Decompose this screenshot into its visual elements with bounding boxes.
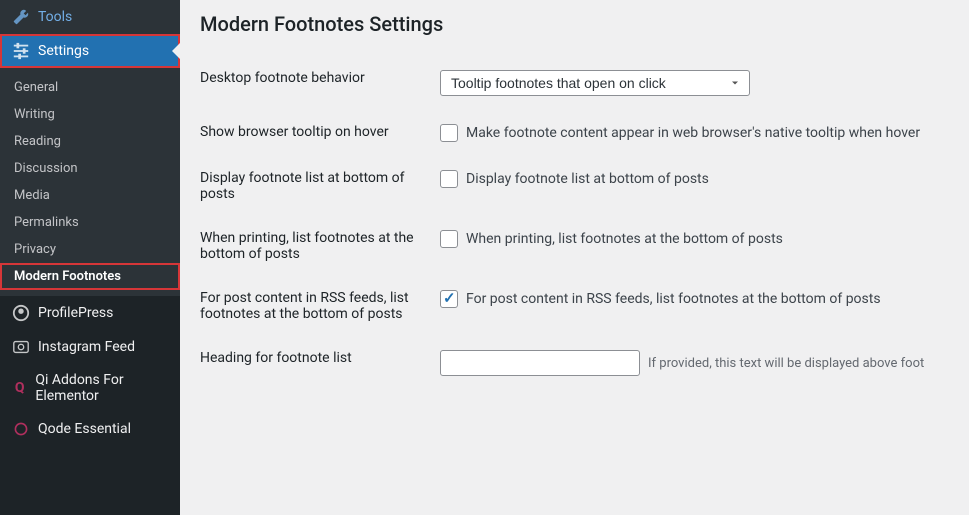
- submenu-item-modern-footnotes[interactable]: Modern Footnotes: [0, 263, 180, 290]
- sidebar-item-tools[interactable]: Tools: [0, 0, 180, 34]
- label-printing: When printing, list footnotes at the bot…: [200, 230, 440, 262]
- row-printing: When printing, list footnotes at the bot…: [200, 216, 949, 276]
- checkbox-display-list[interactable]: [440, 170, 458, 188]
- row-heading: Heading for footnote list If provided, t…: [200, 336, 949, 390]
- wrench-icon: [12, 8, 30, 26]
- checkbox-printing[interactable]: [440, 230, 458, 248]
- sliders-icon: [12, 42, 30, 60]
- camera-icon: [12, 338, 30, 356]
- sidebar-item-qi-addons[interactable]: Q Qi Addons For Elementor: [0, 364, 180, 412]
- main-content: Modern Footnotes Settings Desktop footno…: [180, 0, 969, 515]
- sidebar-item-instagram-feed[interactable]: Instagram Feed: [0, 330, 180, 364]
- help-text-heading: If provided, this text will be displayed…: [648, 356, 924, 371]
- input-heading[interactable]: [440, 350, 640, 376]
- sidebar-item-label: Settings: [38, 43, 89, 59]
- row-display-list: Display footnote list at bottom of posts…: [200, 156, 949, 216]
- checkbox-label-browser-tooltip: Make footnote content appear in web brow…: [466, 125, 920, 141]
- label-rss: For post content in RSS feeds, list foot…: [200, 290, 440, 322]
- settings-form: Desktop footnote behavior Tooltip footno…: [200, 56, 949, 390]
- active-arrow-icon: [172, 43, 180, 59]
- label-desktop-behavior: Desktop footnote behavior: [200, 70, 440, 86]
- checkbox-label-printing: When printing, list footnotes at the bot…: [466, 231, 783, 247]
- checkbox-label-display-list: Display footnote list at bottom of posts: [466, 171, 709, 187]
- row-browser-tooltip: Show browser tooltip on hover Make footn…: [200, 110, 949, 156]
- row-rss: For post content in RSS feeds, list foot…: [200, 276, 949, 336]
- checkbox-label-rss: For post content in RSS feeds, list foot…: [466, 291, 881, 307]
- qi-icon: Q: [12, 379, 27, 397]
- submenu-item-media[interactable]: Media: [0, 182, 180, 209]
- settings-submenu: General Writing Reading Discussion Media…: [0, 68, 180, 296]
- submenu-item-general[interactable]: General: [0, 74, 180, 101]
- sidebar-item-label: Instagram Feed: [38, 339, 135, 355]
- select-desktop-behavior[interactable]: Tooltip footnotes that open on click: [440, 70, 750, 96]
- sidebar-item-label: Tools: [38, 9, 72, 25]
- checkbox-browser-tooltip[interactable]: [440, 124, 458, 142]
- submenu-item-discussion[interactable]: Discussion: [0, 155, 180, 182]
- sidebar-item-label: ProfilePress: [38, 305, 113, 321]
- submenu-item-permalinks[interactable]: Permalinks: [0, 209, 180, 236]
- checkbox-rss[interactable]: [440, 290, 458, 308]
- sidebar-item-settings[interactable]: Settings: [0, 34, 180, 68]
- submenu-item-privacy[interactable]: Privacy: [0, 236, 180, 263]
- label-display-list: Display footnote list at bottom of posts: [200, 170, 440, 202]
- sidebar-item-qode-essential[interactable]: Qode Essential: [0, 412, 180, 446]
- label-heading: Heading for footnote list: [200, 350, 440, 366]
- sidebar-item-profilepress[interactable]: ProfilePress: [0, 296, 180, 330]
- row-desktop-behavior: Desktop footnote behavior Tooltip footno…: [200, 56, 949, 110]
- profilepress-icon: [12, 304, 30, 322]
- admin-sidebar: Tools Settings General Writing Reading D…: [0, 0, 180, 515]
- sidebar-item-label: Qode Essential: [38, 421, 131, 437]
- qode-icon: [12, 420, 30, 438]
- label-browser-tooltip: Show browser tooltip on hover: [200, 124, 440, 140]
- submenu-item-reading[interactable]: Reading: [0, 128, 180, 155]
- page-title: Modern Footnotes Settings: [200, 12, 949, 36]
- sidebar-item-label: Qi Addons For Elementor: [35, 372, 168, 404]
- submenu-item-writing[interactable]: Writing: [0, 101, 180, 128]
